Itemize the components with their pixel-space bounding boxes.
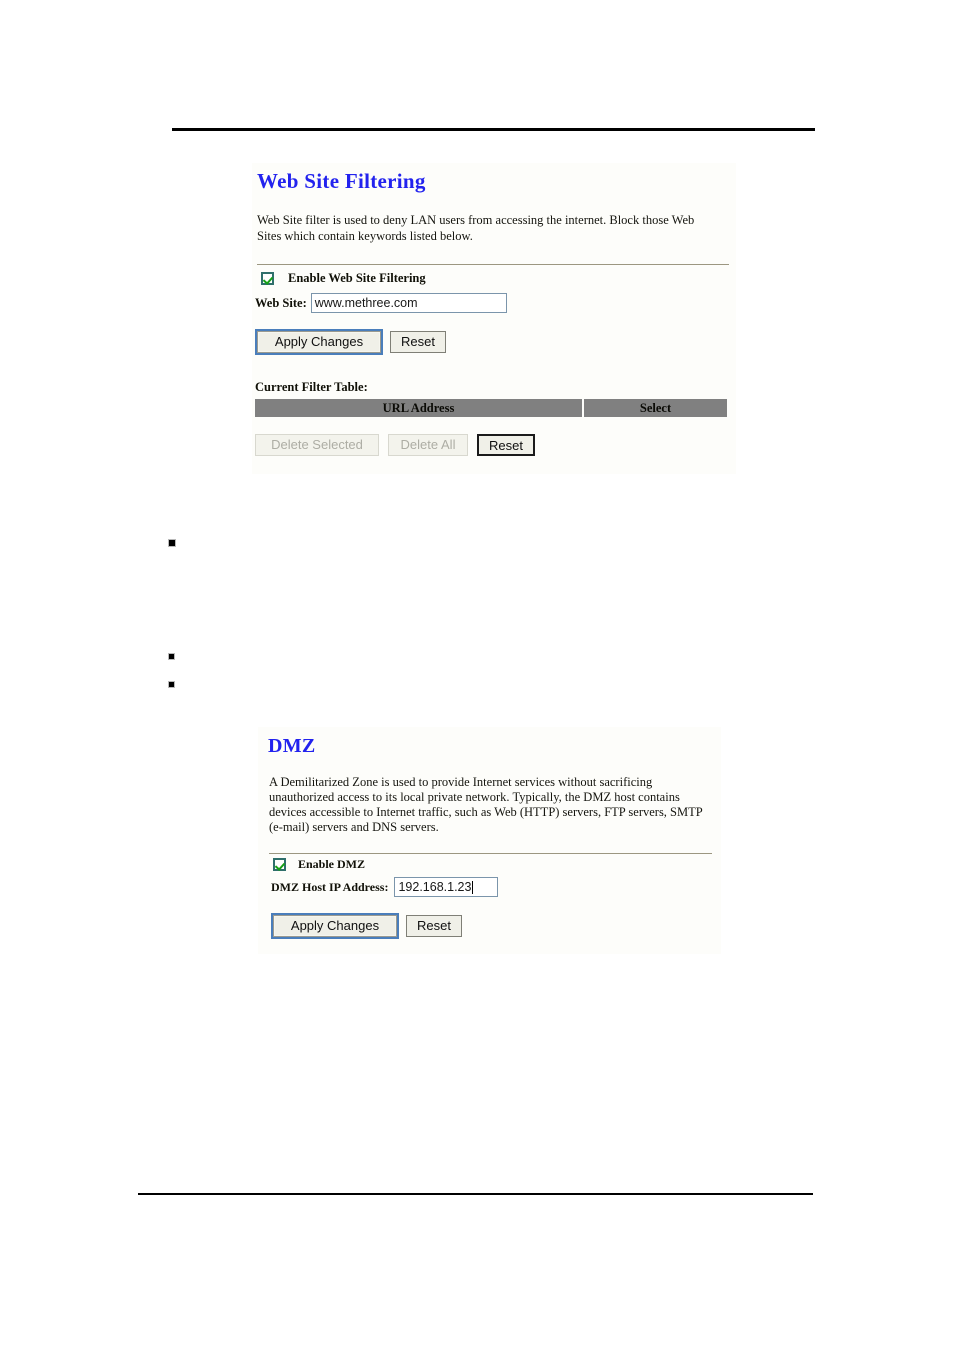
dmz-panel: DMZ A Demilitarized Zone is used to prov… bbox=[258, 727, 721, 954]
text-cursor bbox=[472, 880, 474, 894]
list-item-bullet bbox=[168, 681, 175, 688]
page-title: Web Site Filtering bbox=[257, 169, 426, 193]
web-site-field-row: Web Site: www.methree.com bbox=[255, 293, 507, 313]
dmz-description: A Demilitarized Zone is used to provide … bbox=[269, 775, 703, 834]
table-header-select: Select bbox=[584, 399, 727, 417]
reset-button[interactable]: Reset bbox=[390, 331, 446, 353]
web-site-filtering-panel: Web Site Filtering Web Site filter is us… bbox=[252, 163, 736, 474]
current-filter-table-caption: Current Filter Table: bbox=[255, 380, 368, 394]
delete-selected-button[interactable]: Delete Selected bbox=[255, 434, 379, 456]
section-divider bbox=[257, 264, 729, 265]
checkbox-checked-icon[interactable] bbox=[261, 272, 274, 285]
table-header-url-address: URL Address bbox=[255, 399, 582, 417]
apply-changes-button[interactable]: Apply Changes bbox=[255, 329, 383, 355]
dmz-host-ip-input-value: 192.168.1.23 bbox=[398, 880, 472, 894]
dmz-section-divider bbox=[269, 853, 712, 854]
enable-dmz-row[interactable]: Enable DMZ bbox=[273, 857, 365, 872]
delete-all-button[interactable]: Delete All bbox=[388, 434, 468, 456]
enable-dmz-label: Enable DMZ bbox=[298, 857, 366, 871]
list-item-bullet bbox=[168, 539, 176, 547]
checkbox-checked-icon[interactable] bbox=[273, 858, 286, 871]
dmz-reset-button[interactable]: Reset bbox=[406, 915, 462, 937]
web-site-input-value: www.methree.com bbox=[314, 296, 418, 310]
panel-description: Web Site filter is used to deny LAN user… bbox=[257, 213, 695, 243]
dmz-host-ip-row: DMZ Host IP Address: 192.168.1.23 bbox=[271, 877, 499, 897]
table-reset-button[interactable]: Reset bbox=[477, 434, 535, 456]
dmz-host-ip-input[interactable]: 192.168.1.23 bbox=[394, 877, 499, 897]
dmz-form-actions: Apply Changes Reset bbox=[271, 913, 471, 939]
page-header-rule bbox=[172, 128, 815, 131]
enable-web-site-filtering-label: Enable Web Site Filtering bbox=[288, 271, 426, 285]
form-actions: Apply Changes Reset bbox=[255, 329, 455, 355]
dmz-host-ip-label: DMZ Host IP Address: bbox=[271, 879, 389, 894]
enable-web-site-filtering-row[interactable]: Enable Web Site Filtering bbox=[261, 271, 426, 286]
web-site-label: Web Site: bbox=[255, 295, 307, 310]
current-filter-table: URL Address Select bbox=[255, 399, 727, 417]
dmz-title: DMZ bbox=[268, 735, 316, 757]
web-site-input[interactable]: www.methree.com bbox=[310, 293, 507, 313]
dmz-apply-changes-button[interactable]: Apply Changes bbox=[271, 913, 399, 939]
page-footer-rule bbox=[138, 1193, 813, 1195]
table-actions: Delete Selected Delete All Reset bbox=[255, 434, 544, 456]
list-item-bullet bbox=[168, 653, 175, 660]
